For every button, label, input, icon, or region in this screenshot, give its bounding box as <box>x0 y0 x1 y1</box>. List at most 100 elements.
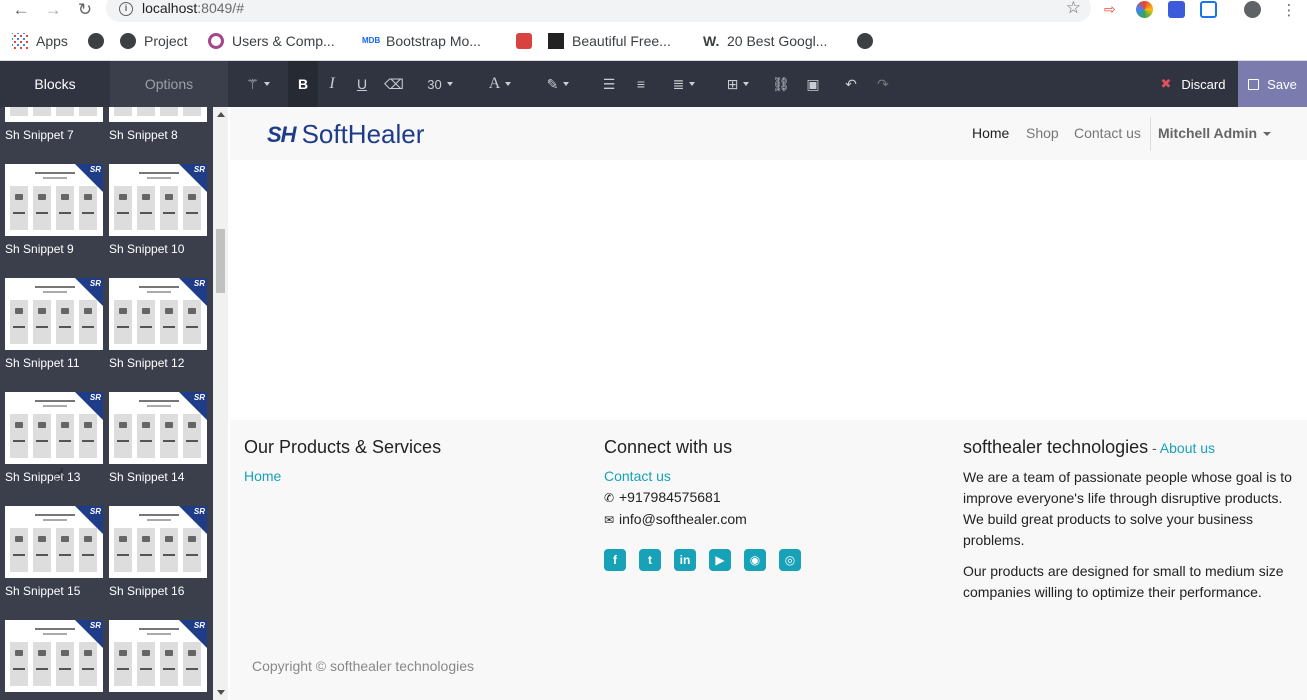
grid-extension-icon[interactable] <box>1200 1 1217 18</box>
nav-contact-us[interactable]: Contact us <box>1074 125 1141 141</box>
footer-phone: ✆ +917984575681 <box>604 487 934 509</box>
snippet-block[interactable]: SR Sh Snippet 12 <box>109 278 207 370</box>
snippet-label: Sh Snippet 8 <box>109 128 178 142</box>
magic-wand-dropdown[interactable]: ⚚ <box>238 61 278 107</box>
site-info-icon[interactable]: i <box>119 2 133 16</box>
instagram-icon[interactable]: ◎ <box>779 549 801 571</box>
editor-toolbar: ⚚ B I U ⌫ 30 A ✎ ☰ ≡ ≣ ⊞ ⛓ ▣ ↶ ↷ ✖ Discar… <box>228 61 1307 107</box>
font-size-dropdown[interactable]: 30 <box>420 61 460 107</box>
bookmark-bootstrap-b[interactable] <box>516 33 540 49</box>
footer-col-about: softhealer technologies - About us We ar… <box>963 437 1298 613</box>
bookmarks-bar: Apps Project Users & Comp... MDB Bootstr… <box>0 23 1307 61</box>
forward-arrow-icon[interactable]: → <box>42 0 64 20</box>
snippet-thumbnail: SR <box>109 506 207 578</box>
bookmark-20-best-google[interactable]: W. 20 Best Googl... <box>703 33 827 49</box>
snippet-block[interactable]: SR Sh Snippet 14 <box>109 392 207 484</box>
bookmark-globe-1[interactable] <box>88 33 112 49</box>
scroll-thumb[interactable] <box>216 229 225 293</box>
snippet-block[interactable]: SR Sh Snippet 11 <box>5 278 103 370</box>
eraser-button[interactable]: ⌫ <box>380 61 408 107</box>
browser-menu-icon[interactable]: ⋮ <box>1278 0 1300 20</box>
sidebar-scrollbar[interactable] <box>213 107 228 700</box>
footer-about-link[interactable]: About us <box>1160 440 1215 456</box>
scroll-up-arrow-icon[interactable] <box>217 112 225 117</box>
back-arrow-icon[interactable]: ← <box>10 0 32 20</box>
profile-avatar-icon[interactable] <box>1244 1 1261 18</box>
undo-icon: ↶ <box>845 75 857 92</box>
save-button[interactable]: Save <box>1238 61 1307 107</box>
snippet-block[interactable]: SR Sh Snippet 9 <box>5 164 103 256</box>
close-icon: ✖ <box>1160 76 1172 91</box>
italic-icon: I <box>329 75 335 92</box>
scroll-down-arrow-icon[interactable] <box>217 690 225 695</box>
site-logo[interactable]: SH SoftHealer <box>267 119 424 150</box>
italic-button[interactable]: I <box>318 61 346 107</box>
underline-button[interactable]: U <box>348 61 376 107</box>
globe-icon <box>857 33 873 49</box>
github-icon[interactable]: ◉ <box>744 549 766 571</box>
snippet-block[interactable]: SR Sh Snippet 7 <box>5 107 103 142</box>
website-canvas: SH SoftHealer Home Shop Contact us Mitch… <box>230 107 1307 700</box>
snippet-thumbnail: SR <box>109 107 207 122</box>
footer-about-paragraph-1: We are a team of passionate people whose… <box>963 469 1292 548</box>
site-header: SH SoftHealer Home Shop Contact us Mitch… <box>230 107 1307 160</box>
table-dropdown[interactable]: ⊞ <box>718 61 758 107</box>
highlight-color-dropdown[interactable]: ✎ <box>538 61 578 107</box>
image-button[interactable]: ▣ <box>800 61 826 107</box>
bold-button[interactable]: B <box>288 61 318 107</box>
bookmark-beautiful-free[interactable]: Beautiful Free... <box>548 33 671 49</box>
numbered-list-icon: ≡ <box>636 76 646 92</box>
footer-copyright: Copyright © softhealer technologies <box>252 658 474 674</box>
numbered-list-button[interactable]: ≡ <box>628 61 654 107</box>
user-menu-dropdown[interactable]: Mitchell Admin <box>1158 125 1272 141</box>
footer-connect-title: Connect with us <box>604 437 733 457</box>
bulleted-list-icon: ☰ <box>602 75 616 92</box>
extension-window-icon[interactable] <box>1168 1 1185 18</box>
undo-button[interactable]: ↶ <box>838 61 864 107</box>
youtube-icon[interactable]: ▶ <box>709 549 731 571</box>
snippet-block[interactable]: SR <box>5 620 103 698</box>
snippet-block[interactable]: SR Sh Snippet 15 <box>5 506 103 598</box>
discard-button[interactable]: ✖ Discard <box>1148 61 1238 107</box>
font-color-dropdown[interactable]: A <box>480 61 520 107</box>
bookmark-project[interactable]: Project <box>120 33 188 49</box>
paragraph-align-dropdown[interactable]: ≣ <box>664 61 704 107</box>
bookmark-star-icon[interactable]: ☆ <box>1066 0 1081 18</box>
redo-button[interactable]: ↷ <box>870 61 896 107</box>
bookmark-bootstrap-mdb[interactable]: MDB Bootstrap Mo... <box>362 33 481 49</box>
extension-arrow-icon[interactable]: ⇨ <box>1104 1 1121 18</box>
tab-blocks[interactable]: Blocks <box>0 61 110 107</box>
chevron-down-icon <box>563 82 570 86</box>
odoo-icon <box>208 33 224 49</box>
facebook-icon[interactable]: f <box>604 549 626 571</box>
footer-home-link[interactable]: Home <box>244 468 281 484</box>
discard-label: Discard <box>1181 76 1226 92</box>
reload-icon[interactable]: ↻ <box>74 0 96 20</box>
logo-text: SoftHealer <box>301 119 425 149</box>
bookmark-apps[interactable]: Apps <box>12 33 68 49</box>
snippet-thumbnail: SR <box>5 278 103 350</box>
sidebar-tabs: Blocks Options <box>0 61 228 107</box>
save-label: Save <box>1267 76 1297 92</box>
nav-home[interactable]: Home <box>972 125 1009 141</box>
tab-options[interactable]: Options <box>110 61 228 107</box>
snippet-label: Sh Snippet 11 <box>5 356 80 370</box>
color-picker-extension-icon[interactable] <box>1136 1 1153 18</box>
nav-shop[interactable]: Shop <box>1026 125 1059 141</box>
bookmark-users-companies[interactable]: Users & Comp... <box>208 33 335 49</box>
snippet-thumbnail: SR <box>5 506 103 578</box>
bookmark-globe-2[interactable] <box>857 33 881 49</box>
chevron-down-icon <box>743 82 750 86</box>
linkedin-icon[interactable]: in <box>674 549 696 571</box>
bulleted-list-button[interactable]: ☰ <box>596 61 622 107</box>
snippet-block[interactable]: SR <box>109 620 207 698</box>
snippet-block[interactable]: SR Sh Snippet 8 <box>109 107 207 142</box>
twitter-icon[interactable]: t <box>639 549 661 571</box>
snippet-block[interactable]: SR Sh Snippet 16 <box>109 506 207 598</box>
snippet-thumbnail: SR <box>109 164 207 236</box>
url-bar[interactable]: i localhost:8049/# ☆ <box>106 0 1091 22</box>
footer-contact-link[interactable]: Contact us <box>604 468 671 484</box>
footer-col-products: Our Products & Services Home <box>244 437 574 487</box>
snippet-block[interactable]: SR Sh Snippet 10 <box>109 164 207 256</box>
link-button[interactable]: ⛓ <box>768 61 794 107</box>
